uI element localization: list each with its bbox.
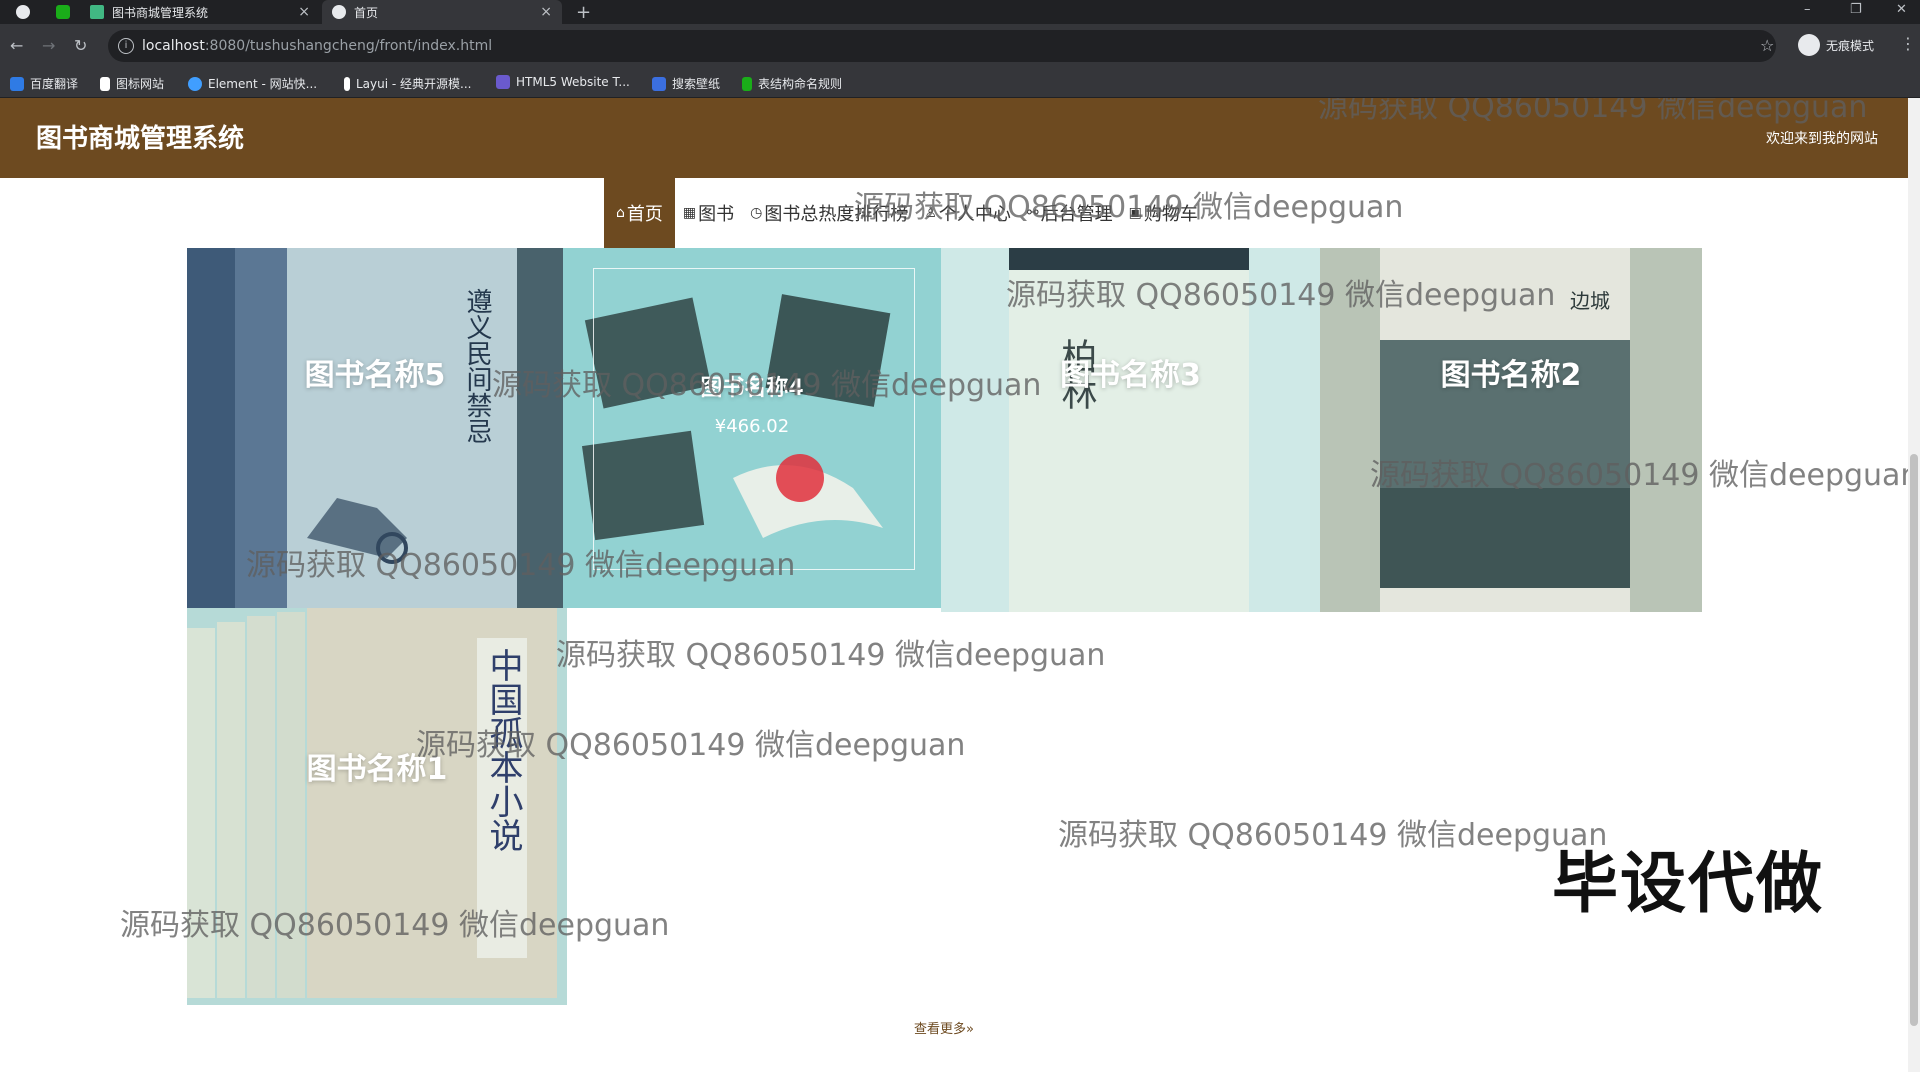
site-title: 图书商城管理系统 xyxy=(36,124,245,154)
nav-label: 购物车 xyxy=(1143,204,1198,225)
html5-icon xyxy=(496,75,510,89)
book-cover-image: 柏林 xyxy=(941,248,1320,612)
nav-label: 后台管理 xyxy=(1040,204,1113,225)
bookmark-item[interactable]: Element - 网站快... xyxy=(188,75,317,92)
bookmark-label: 图标网站 xyxy=(116,77,165,91)
bookmark-label: 搜索壁纸 xyxy=(672,77,721,91)
book-card[interactable]: 边城 图书名称2 xyxy=(1320,248,1702,612)
book-card-hovered[interactable]: 图书名称4 ¥466.02 xyxy=(563,248,941,608)
bookmark-label: 百度翻译 xyxy=(30,77,79,91)
new-tab-button[interactable]: + xyxy=(576,2,591,23)
tab-admin[interactable]: 图书商城管理系统 × xyxy=(80,0,320,24)
element-icon xyxy=(188,76,202,91)
bookmark-item[interactable]: 搜索壁纸 xyxy=(652,75,720,92)
nav-admin[interactable]: ⚯ 后台管理 xyxy=(1019,178,1121,248)
bookmark-label: Element - 网站快... xyxy=(208,77,318,91)
promo-text: 毕设代做 xyxy=(1552,845,1824,922)
nav-cart[interactable]: ▣ 购物车 xyxy=(1121,178,1206,248)
browser-menu-icon[interactable] xyxy=(6,0,46,24)
watermark: 源码获取 QQ86050149 微信deepguan xyxy=(1058,818,1608,853)
main-nav: ⌂ 首页 ▦ 图书 ◷ 图书总热度排行榜 ♙ 个人中心 ⚯ 后台管理 ▣ 购物车 xyxy=(604,178,1206,248)
scrollbar-thumb[interactable] xyxy=(1910,454,1918,1026)
doc-icon xyxy=(742,76,752,91)
book-title: 图书名称2 xyxy=(1440,358,1582,393)
watermark: 源码获取 QQ86050149 微信deepguan xyxy=(556,638,1106,673)
view-more-link[interactable]: 查看更多» xyxy=(914,1018,974,1037)
bookmark-star-icon[interactable]: ☆ xyxy=(1760,36,1774,55)
back-arrow-icon[interactable]: ← xyxy=(10,36,23,55)
url-input[interactable]: i localhost:8080/tushushangcheng/front/i… xyxy=(108,30,1776,62)
cart-icon: ▣ xyxy=(1128,205,1142,221)
book-title: 图书名称1 xyxy=(306,752,448,787)
nav-label: 首页 xyxy=(626,204,663,225)
book-cover-image: 遵义民间禁忌 xyxy=(187,248,563,608)
bookmark-item[interactable]: 百度翻译 xyxy=(10,75,78,92)
book-title: 图书名称5 xyxy=(304,358,446,393)
bookmark-label: Layui - 经典开源模... xyxy=(356,77,472,91)
bookmark-label: HTML5 Website T... xyxy=(516,75,630,89)
forward-arrow-icon[interactable]: → xyxy=(42,36,55,55)
bookmark-item[interactable]: 图标网站 xyxy=(100,75,164,92)
nav-label: 个人中心 xyxy=(938,204,1011,225)
site-header: 图书商城管理系统 欢迎来到我的网站 xyxy=(0,98,1908,178)
close-icon[interactable]: × xyxy=(298,4,310,20)
bookmark-label: 表结构命名规则 xyxy=(758,77,843,91)
book-card[interactable]: 中国孤本小说 图书名称1 xyxy=(187,608,567,1005)
incognito-indicator[interactable]: 无痕模式 xyxy=(1798,34,1874,56)
globe-icon xyxy=(332,5,346,19)
book-card[interactable]: 遵义民间禁忌 图书名称5 xyxy=(187,248,563,608)
link-icon: ⚯ xyxy=(1026,205,1039,221)
incognito-label: 无痕模式 xyxy=(1826,38,1875,53)
bookmarks-bar: 百度翻译 图标网站 Element - 网站快... Layui - 经典开源模… xyxy=(0,68,1920,98)
nav-home[interactable]: ⌂ 首页 xyxy=(604,178,675,248)
layui-icon xyxy=(344,76,350,91)
tab-home[interactable]: 首页 × xyxy=(322,0,562,24)
nav-label: 图书 xyxy=(698,204,735,225)
page-viewport: 图书商城管理系统 欢迎来到我的网站 ⌂ 首页 ▦ 图书 ◷ 图书总热度排行榜 ♙… xyxy=(0,98,1908,1072)
book-title: 图书名称4 xyxy=(700,376,804,401)
page-scrollbar[interactable] xyxy=(1908,98,1920,1072)
bookmark-item[interactable]: 表结构命名规则 xyxy=(742,75,842,92)
more-menu-icon[interactable]: ⋮ xyxy=(1900,34,1916,53)
url-host: localhost xyxy=(142,38,205,54)
tab-title: 首页 xyxy=(354,5,379,20)
flag-icon xyxy=(100,76,110,91)
wallpaper-icon xyxy=(652,76,666,91)
baidu-translate-icon xyxy=(10,76,24,91)
nav-books[interactable]: ▦ 图书 xyxy=(675,178,742,248)
user-icon: ♙ xyxy=(924,205,937,221)
clock-icon: ◷ xyxy=(750,205,763,221)
incognito-icon xyxy=(1798,34,1820,56)
nav-ranking[interactable]: ◷ 图书总热度排行榜 xyxy=(742,178,916,248)
vue-icon xyxy=(90,5,104,19)
browser-tab-bar: 图书商城管理系统 × 首页 × + – ❐ ✕ xyxy=(0,0,1920,24)
info-icon[interactable]: i xyxy=(118,38,134,54)
tab-title: 图书商城管理系统 xyxy=(112,5,209,20)
window-close-button[interactable]: ✕ xyxy=(1896,2,1907,17)
close-icon[interactable]: × xyxy=(540,4,552,20)
nav-label: 图书总热度排行榜 xyxy=(764,204,909,225)
reload-icon[interactable]: ↻ xyxy=(74,36,87,55)
grid-icon: ▦ xyxy=(682,205,697,221)
book-card[interactable]: 柏林 图书名称3 xyxy=(941,248,1320,612)
book-cover-image: 边城 xyxy=(1320,248,1702,612)
restore-button[interactable]: ❐ xyxy=(1850,2,1862,17)
pinned-tab[interactable] xyxy=(46,0,76,24)
minimize-button[interactable]: – xyxy=(1804,2,1811,17)
url-path: :8080/tushushangcheng/front/index.html xyxy=(204,38,493,54)
book-title: 图书名称3 xyxy=(1060,358,1201,393)
bookmark-item[interactable]: HTML5 Website T... xyxy=(496,75,630,89)
cursor-pointer-icon xyxy=(776,454,824,502)
welcome-text: 欢迎来到我的网站 xyxy=(1766,131,1878,147)
address-bar: ← → ↻ i localhost:8080/tushushangcheng/f… xyxy=(0,24,1920,68)
cover-text: 边城 xyxy=(1570,289,1610,313)
nav-profile[interactable]: ♙ 个人中心 xyxy=(916,178,1019,248)
book-price: ¥466.02 xyxy=(714,416,790,437)
home-icon: ⌂ xyxy=(616,205,625,221)
bookmark-item[interactable]: Layui - 经典开源模... xyxy=(344,75,471,92)
book-cover-image: 中国孤本小说 xyxy=(187,608,567,1005)
